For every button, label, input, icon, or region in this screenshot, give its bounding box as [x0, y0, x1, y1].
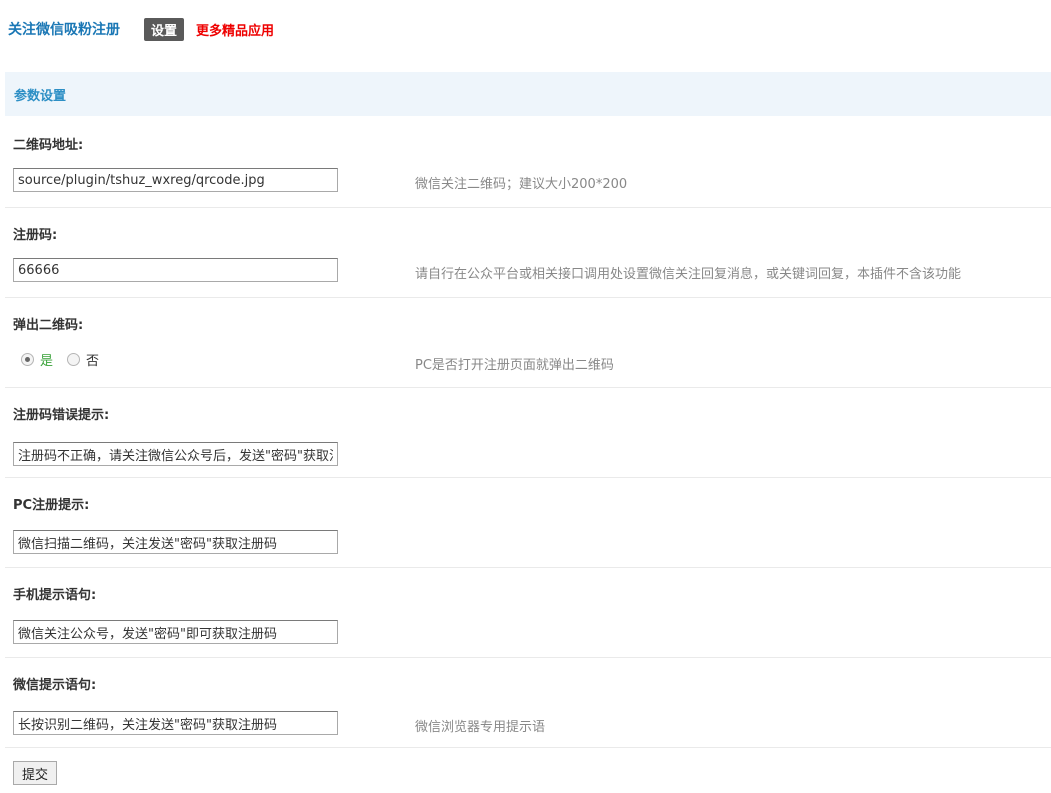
- setting-error-tip: 注册码错误提示:: [5, 400, 1051, 478]
- setting-mobile-tip: 手机提示语句:: [5, 580, 1051, 658]
- plugin-title[interactable]: 关注微信吸粉注册: [8, 19, 120, 39]
- divider: [5, 477, 1051, 478]
- reg-code-label: 注册码:: [13, 228, 58, 243]
- error-tip-label: 注册码错误提示:: [13, 408, 110, 423]
- tab-settings[interactable]: 设置: [144, 17, 185, 41]
- popup-qrcode-radio-group: 是 否: [21, 350, 99, 369]
- popup-no-radio[interactable]: [67, 353, 81, 366]
- popup-yes-radio[interactable]: [21, 353, 34, 366]
- wechat-tip-note: 微信浏览器专用提示语: [415, 720, 546, 735]
- setting-popup-qrcode: 弹出二维码: 是 否 PC是否打开注册页面就弹出二维码: [5, 310, 1051, 388]
- reg-code-input[interactable]: [13, 258, 338, 282]
- divider: [5, 747, 1051, 748]
- qrcode-label: 二维码地址:: [13, 138, 84, 153]
- error-tip-input[interactable]: [13, 442, 338, 466]
- popup-yes-label[interactable]: 是: [40, 350, 53, 369]
- mobile-tip-input[interactable]: [13, 620, 338, 644]
- wechat-tip-label: 微信提示语句:: [13, 678, 97, 693]
- top-bar: 关注微信吸粉注册 设置 更多精品应用: [8, 16, 274, 42]
- popup-no-label[interactable]: 否: [86, 350, 99, 369]
- pc-tip-input[interactable]: [13, 530, 338, 554]
- setting-pc-tip: PC注册提示:: [5, 490, 1051, 568]
- more-apps-link[interactable]: 更多精品应用: [196, 20, 274, 39]
- wechat-tip-input[interactable]: [13, 711, 338, 735]
- submit-button[interactable]: 提交: [13, 761, 58, 785]
- setting-reg-code: 注册码: 请自行在公众平台或相关接口调用处设置微信关注回复消息，或关键词回复，本…: [5, 220, 1051, 298]
- divider: [5, 657, 1051, 658]
- reg-code-tip: 请自行在公众平台或相关接口调用处设置微信关注回复消息，或关键词回复，本插件不含该…: [415, 267, 962, 282]
- qrcode-input[interactable]: [13, 168, 338, 192]
- divider: [5, 387, 1051, 388]
- popup-qrcode-tip: PC是否打开注册页面就弹出二维码: [415, 358, 614, 373]
- setting-qrcode: 二维码地址: 微信关注二维码；建议大小200*200: [5, 130, 1051, 208]
- popup-qrcode-label: 弹出二维码:: [13, 318, 84, 333]
- divider: [5, 207, 1051, 208]
- section-title: 参数设置: [14, 88, 67, 104]
- section-header: 参数设置: [5, 72, 1051, 116]
- setting-wechat-tip: 微信提示语句: 微信浏览器专用提示语: [5, 670, 1051, 748]
- pc-tip-label: PC注册提示:: [13, 498, 90, 513]
- divider: [5, 297, 1051, 298]
- divider: [5, 567, 1051, 568]
- qrcode-tip: 微信关注二维码；建议大小200*200: [415, 177, 628, 192]
- mobile-tip-label: 手机提示语句:: [13, 588, 97, 603]
